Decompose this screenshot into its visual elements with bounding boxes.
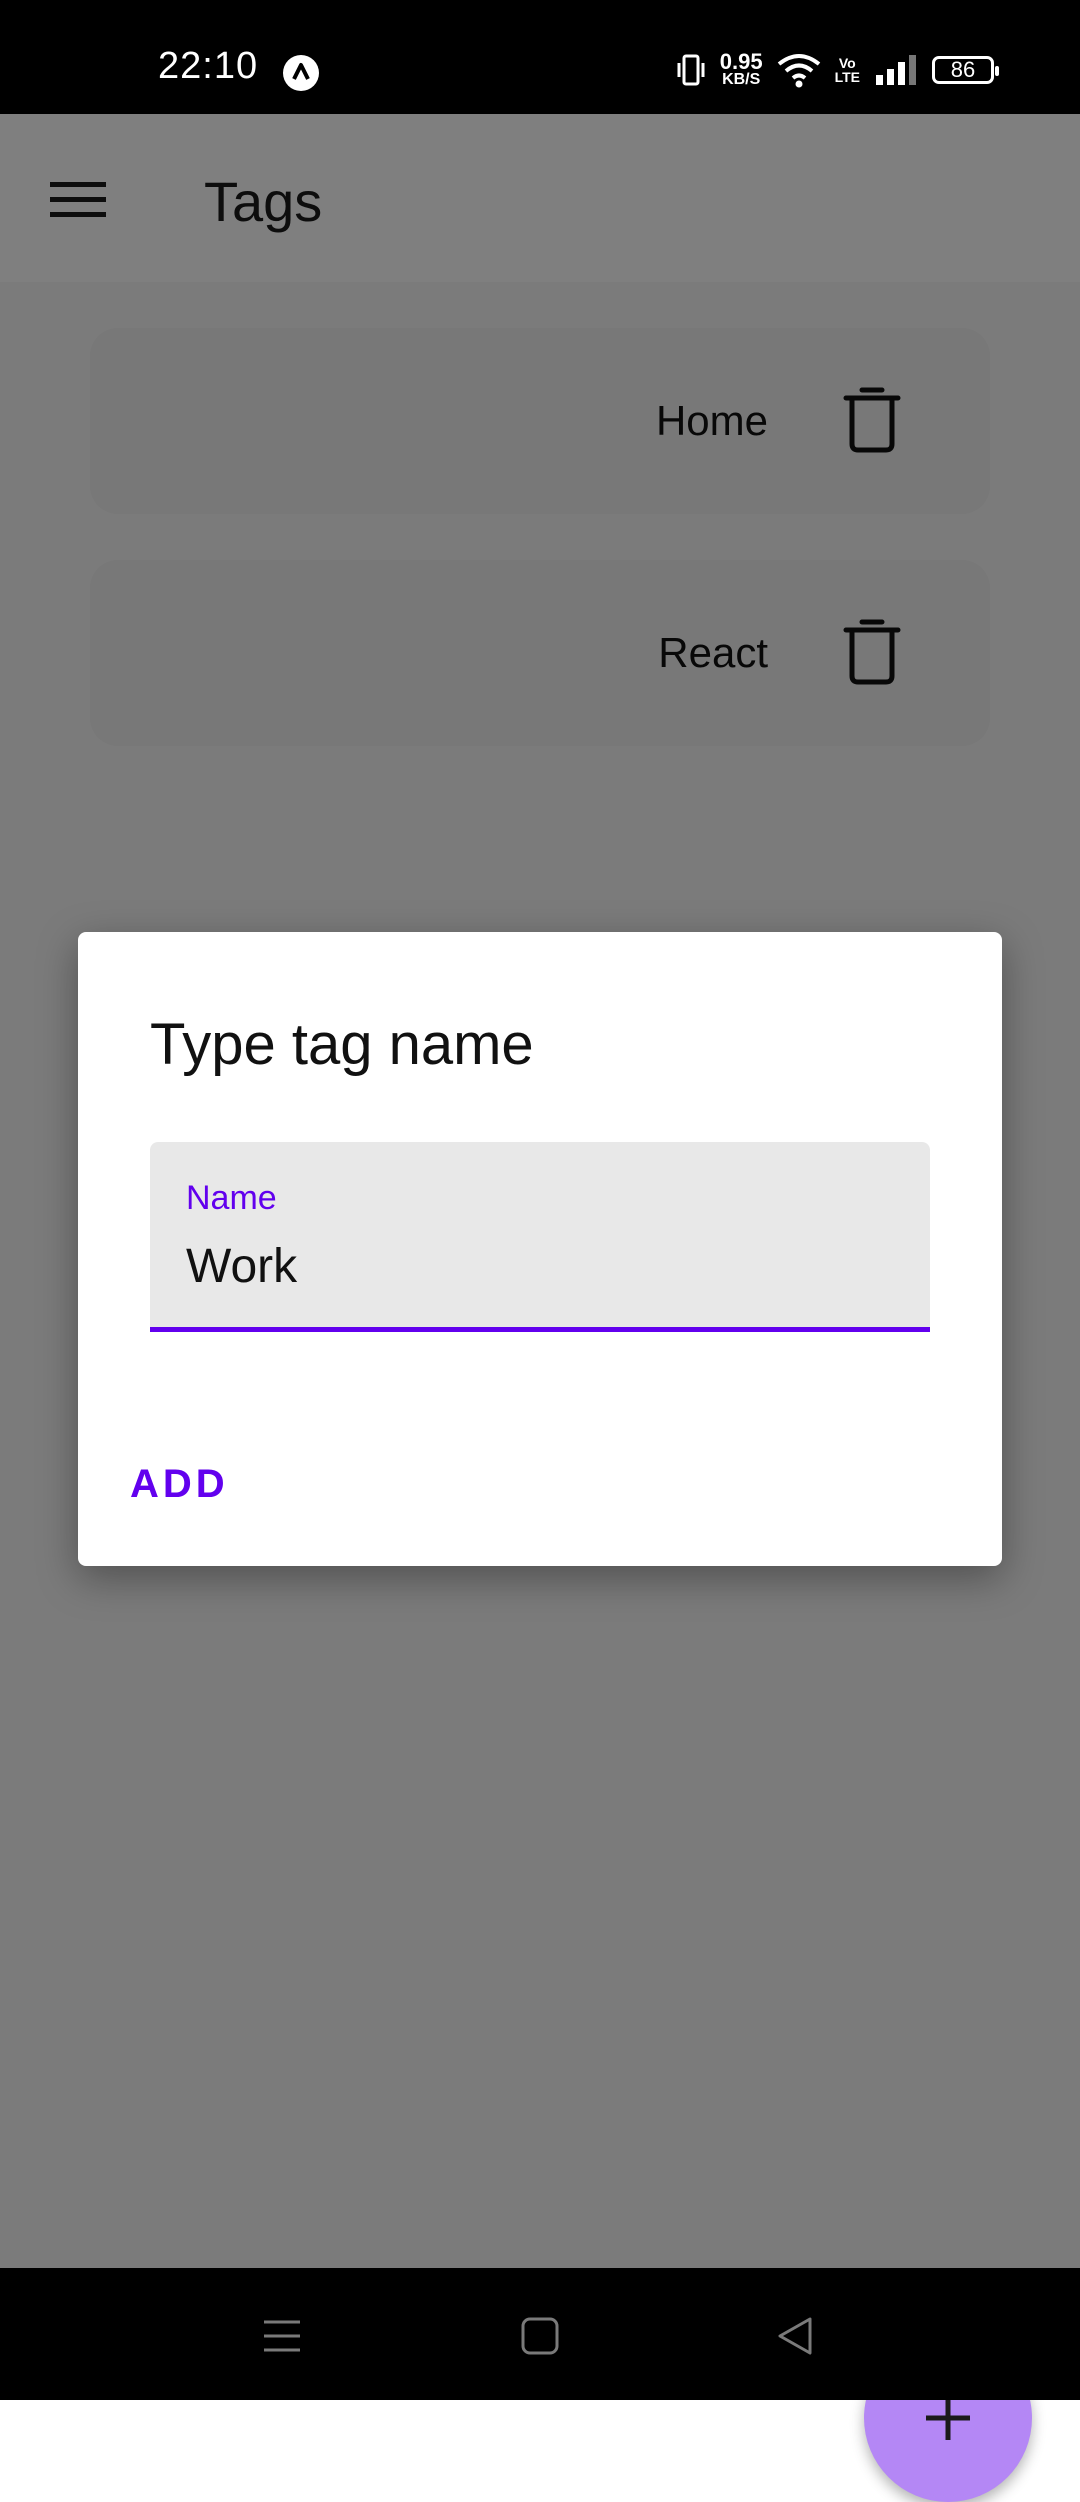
signal-bars-icon [876,55,916,85]
volte-bottom: LTE [834,69,860,85]
volte-indicator: Vo LTE [835,56,860,84]
add-tag-dialog: Type tag name Name ADD [78,932,1002,1566]
network-speed-unit: KB/S [722,71,761,88]
caret-up-circle-icon [283,55,319,91]
status-icons: 0.95 KB/S Vo LTE 86 [676,48,999,92]
network-speed-value: 0.95 [719,49,763,74]
battery-level: 86 [950,57,976,82]
recent-apps-icon[interactable] [252,2306,312,2366]
wifi-icon [777,54,820,88]
home-square-icon[interactable] [510,2306,570,2366]
back-triangle-icon[interactable] [766,2306,826,2366]
battery-indicator: 86 [932,56,999,84]
status-bar: 22:10 0.95 KB/S Vo LTE 86 [0,0,1080,114]
vibrate-icon [677,54,705,86]
add-button[interactable]: ADD [118,1452,241,1517]
navigation-bar [0,2268,1080,2400]
network-speed: 0.95 KB/S [719,49,763,88]
tag-name-input[interactable] [186,1238,886,1296]
tag-name-field[interactable]: Name [150,1142,930,1332]
volte-top: Vo [838,55,856,71]
dialog-title: Type tag name [150,1012,534,1077]
status-time: 22:10 [158,45,259,87]
tag-name-label: Name [186,1179,277,1217]
